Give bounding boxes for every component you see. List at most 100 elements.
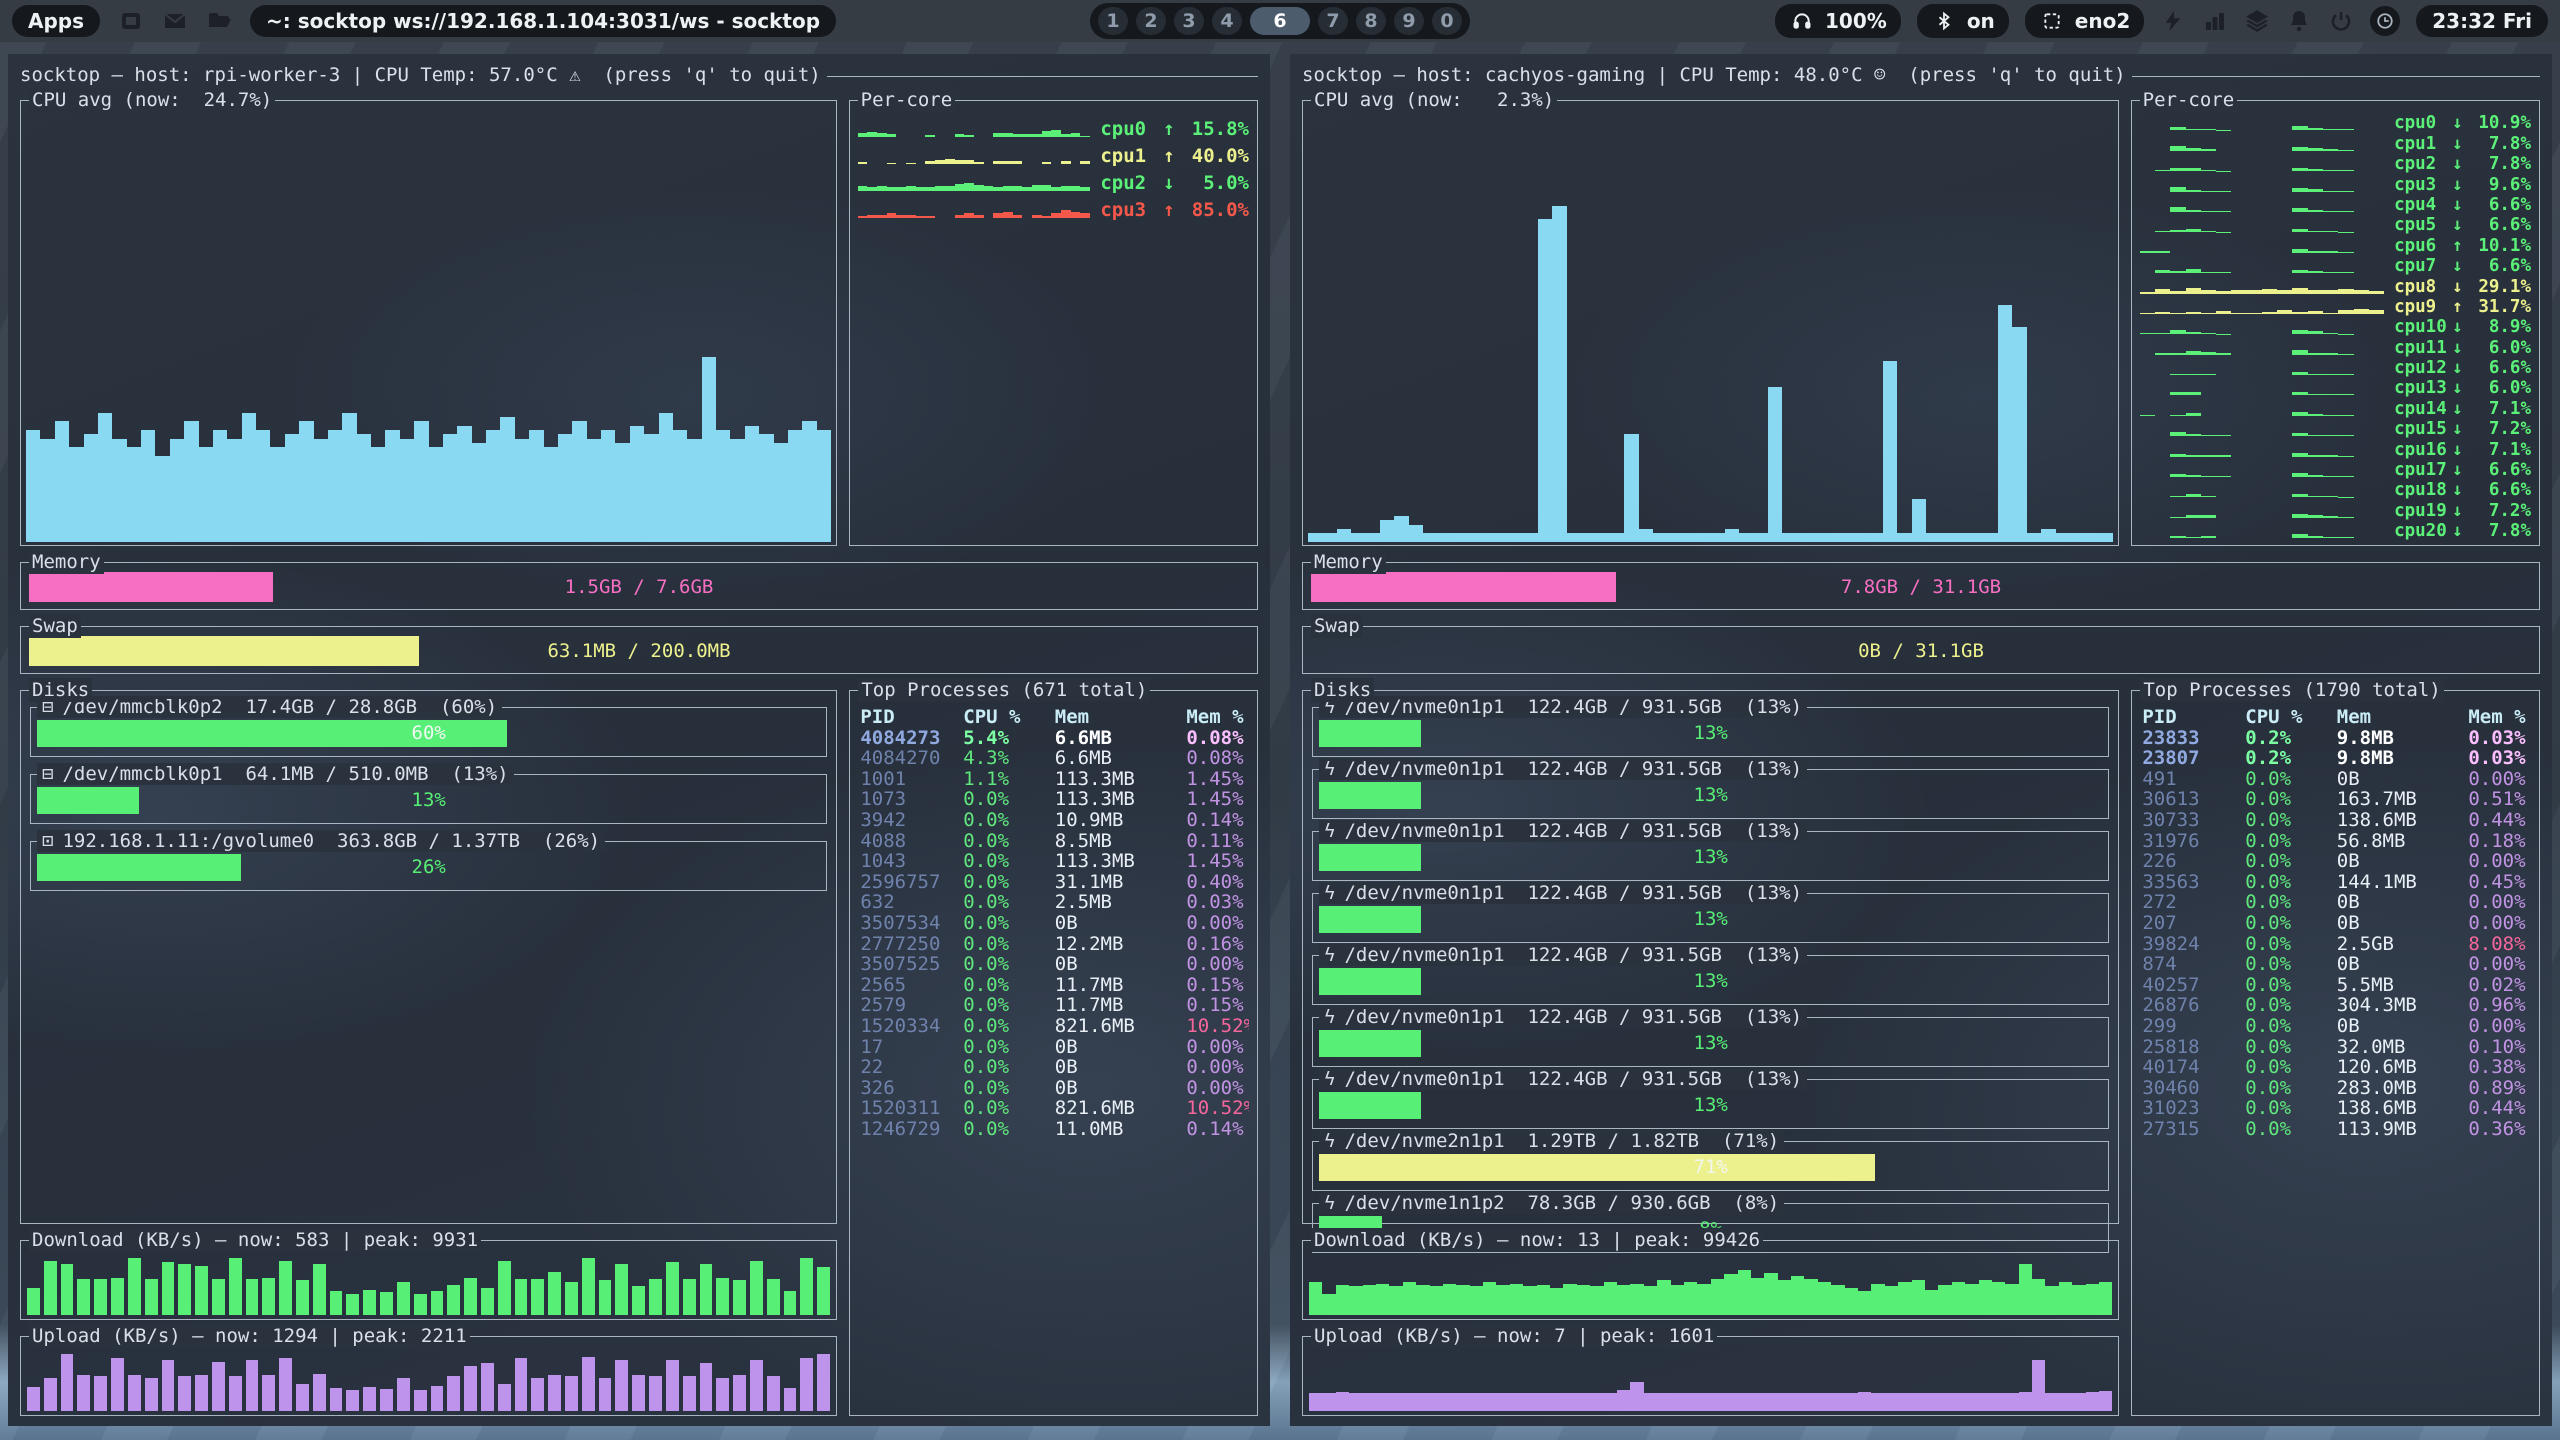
download-bar [346, 1294, 359, 1315]
memory-label: Memory [1311, 550, 1386, 574]
core-name: cpu1 [1100, 145, 1157, 167]
clock[interactable]: 23:32 Fri [2416, 5, 2548, 37]
workspace-button[interactable]: 6 [1250, 7, 1310, 35]
workspace-button[interactable]: 7 [1318, 7, 1348, 35]
process-mem: 113.3MB [1055, 851, 1187, 872]
workspace-button[interactable]: 9 [1394, 7, 1424, 35]
disk-usage-info: 64.1MB / 510.0MB (13%) [223, 763, 509, 785]
process-mem-percent: 0.51% [2468, 789, 2531, 810]
clock-app-icon[interactable] [2370, 6, 2400, 36]
trend-arrow-icon: ↓ [2447, 277, 2468, 297]
download-bar [2032, 1279, 2045, 1315]
workspace-button[interactable]: 0 [1432, 7, 1462, 35]
per-core-label: Per-core [2140, 88, 2238, 112]
upload-bar [565, 1376, 578, 1411]
core-usage-value: 5.0% [1180, 172, 1249, 194]
spark-bar [2140, 292, 2155, 293]
upload-panel: Upload (KB/s) — now: 1294 | peak: 2211 [20, 1336, 837, 1416]
spark-bar [2170, 230, 2185, 232]
process-mem: 120.6MB [2337, 1057, 2469, 1078]
process-mem: 821.6MB [1055, 1016, 1187, 1037]
download-bar [1483, 1282, 1496, 1315]
download-label: Download (KB/s) — now: 13 | peak: 99426 [1311, 1228, 1763, 1252]
spark-bar [2338, 170, 2353, 171]
upload-bar [1443, 1393, 1456, 1411]
spark-bar [2201, 435, 2216, 436]
cpu-history-bar [127, 447, 141, 542]
workspace-button[interactable]: 2 [1136, 7, 1166, 35]
window-icon[interactable] [118, 8, 144, 34]
cpu-history-bar [1869, 533, 1883, 542]
cpu-history-bar [112, 439, 126, 542]
power-icon[interactable] [2328, 8, 2354, 34]
folder-icon[interactable] [206, 8, 232, 34]
trend-arrow-icon: ↓ [2447, 480, 2468, 500]
upload-bar [397, 1378, 410, 1411]
disk-title: ⊟/dev/mmcblk0p1 64.1MB / 510.0MB (13%) [37, 763, 514, 785]
download-bar [800, 1258, 813, 1315]
process-pid: 17 [860, 1037, 963, 1058]
spark-bar [935, 186, 945, 191]
spark-bar [2186, 351, 2201, 355]
cpu-history-bar [529, 430, 543, 542]
download-bar [1778, 1280, 1791, 1315]
process-row: 30733 0.0% 138.6MB 0.44% [2142, 810, 2531, 831]
core-row: cpu18 ↓ 6.6% [2140, 480, 2531, 500]
spark-bar [2338, 211, 2353, 212]
cpu-history-bar [1854, 533, 1868, 542]
spark-bar [1061, 134, 1071, 137]
usage-bars-icon[interactable] [2202, 8, 2228, 34]
workspace-button[interactable]: 8 [1356, 7, 1386, 35]
volume-indicator[interactable]: 100% [1775, 4, 1901, 38]
process-row: 39824 0.0% 2.5GB 8.08% [2142, 934, 2531, 955]
cpu-avg-label: CPU avg (now: 24.7%) [29, 88, 275, 112]
upload-bar [649, 1376, 662, 1411]
process-mem-percent: 0.08% [1186, 728, 1249, 749]
process-pid: 2579 [860, 995, 963, 1016]
process-cpu: 0.0% [2245, 810, 2337, 831]
socktop-terminal-window[interactable]: socktop — host: rpi-worker-3 | CPU Temp:… [8, 54, 1270, 1426]
disk-usage-info: 122.4GB / 931.5GB (13%) [1505, 820, 1802, 842]
spark-bar [2308, 536, 2323, 538]
upload-bar [1630, 1382, 1643, 1411]
process-mem: 304.3MB [2337, 995, 2469, 1016]
core-sparkline [2140, 342, 2384, 355]
download-bar [784, 1291, 797, 1315]
disk-usage-percent: 26% [37, 854, 820, 881]
spark-bar [2247, 313, 2262, 314]
workspace-button[interactable]: 4 [1212, 7, 1242, 35]
upload-bar [733, 1375, 746, 1411]
spark-bar [2170, 207, 2185, 212]
download-bar [1965, 1284, 1978, 1315]
focused-window-title[interactable]: ~: socktop ws://192.168.1.104:3031/ws - … [250, 5, 836, 37]
workspace-button[interactable]: 3 [1174, 7, 1204, 35]
spark-bar [2292, 350, 2307, 354]
process-mem-percent: 10.52% [1186, 1098, 1249, 1119]
notifications-bell-icon[interactable] [2286, 8, 2312, 34]
process-cpu: 0.0% [2245, 913, 2337, 934]
core-usage-value: 10.1% [2468, 236, 2531, 256]
cpu-history-bar [141, 430, 155, 542]
spark-bar [2338, 394, 2353, 395]
bluetooth-indicator[interactable]: on [1917, 4, 2009, 38]
layers-icon[interactable] [2244, 8, 2270, 34]
network-indicator[interactable]: eno2 [2025, 4, 2144, 38]
mail-icon[interactable] [162, 8, 188, 34]
power-profile-icon[interactable] [2160, 8, 2186, 34]
core-usage-value: 15.8% [1180, 118, 1249, 140]
cpu-history-bar [1754, 533, 1768, 542]
cpu-history-bar [1509, 533, 1523, 542]
trend-arrow-icon: ↓ [2447, 195, 2468, 215]
socktop-terminal-window[interactable]: socktop — host: cachyos-gaming | CPU Tem… [1290, 54, 2552, 1426]
process-mem-percent: 0.00% [2468, 769, 2531, 790]
spark-bar [2201, 352, 2216, 355]
apps-button[interactable]: Apps [12, 5, 100, 37]
cpu-history-bar [2041, 529, 2055, 542]
core-usage-value: 40.0% [1180, 145, 1249, 167]
disk-usage-percent: 13% [1319, 906, 2102, 933]
workspace-button[interactable]: 1 [1098, 7, 1128, 35]
process-mem: 31.1MB [1055, 872, 1187, 893]
download-bar [397, 1282, 410, 1315]
spark-bar [2170, 127, 2185, 131]
upload-label: Upload (KB/s) — now: 1294 | peak: 2211 [29, 1324, 470, 1348]
